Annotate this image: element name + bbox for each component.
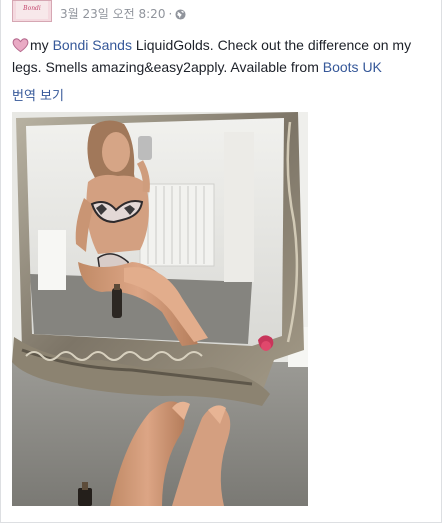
- message-text-1: my: [30, 37, 53, 53]
- bondi-sands-link[interactable]: Bondi Sands: [53, 37, 132, 53]
- heart-emoji-icon: [12, 37, 29, 58]
- see-translation-link[interactable]: 번역 보기: [12, 85, 64, 104]
- post-message: my Bondi Sands LiquidGolds. Check out th…: [12, 36, 442, 77]
- post-meta: 3월 23일 오전 8:20 ·: [60, 5, 186, 23]
- post-photo-drawing: [12, 112, 308, 506]
- meta-separator: ·: [168, 7, 173, 21]
- feed-post: Bondi 3월 23일 오전 8:20 · my Bondi Sands Liq…: [0, 0, 442, 523]
- boots-uk-link[interactable]: Boots UK: [323, 59, 382, 75]
- post-timestamp[interactable]: 3월 23일 오전 8:20: [60, 7, 165, 21]
- globe-icon[interactable]: [175, 9, 186, 23]
- page-avatar[interactable]: Bondi: [12, 0, 52, 22]
- avatar-logo-text: Bondi: [23, 5, 41, 12]
- post-photo[interactable]: [12, 112, 308, 506]
